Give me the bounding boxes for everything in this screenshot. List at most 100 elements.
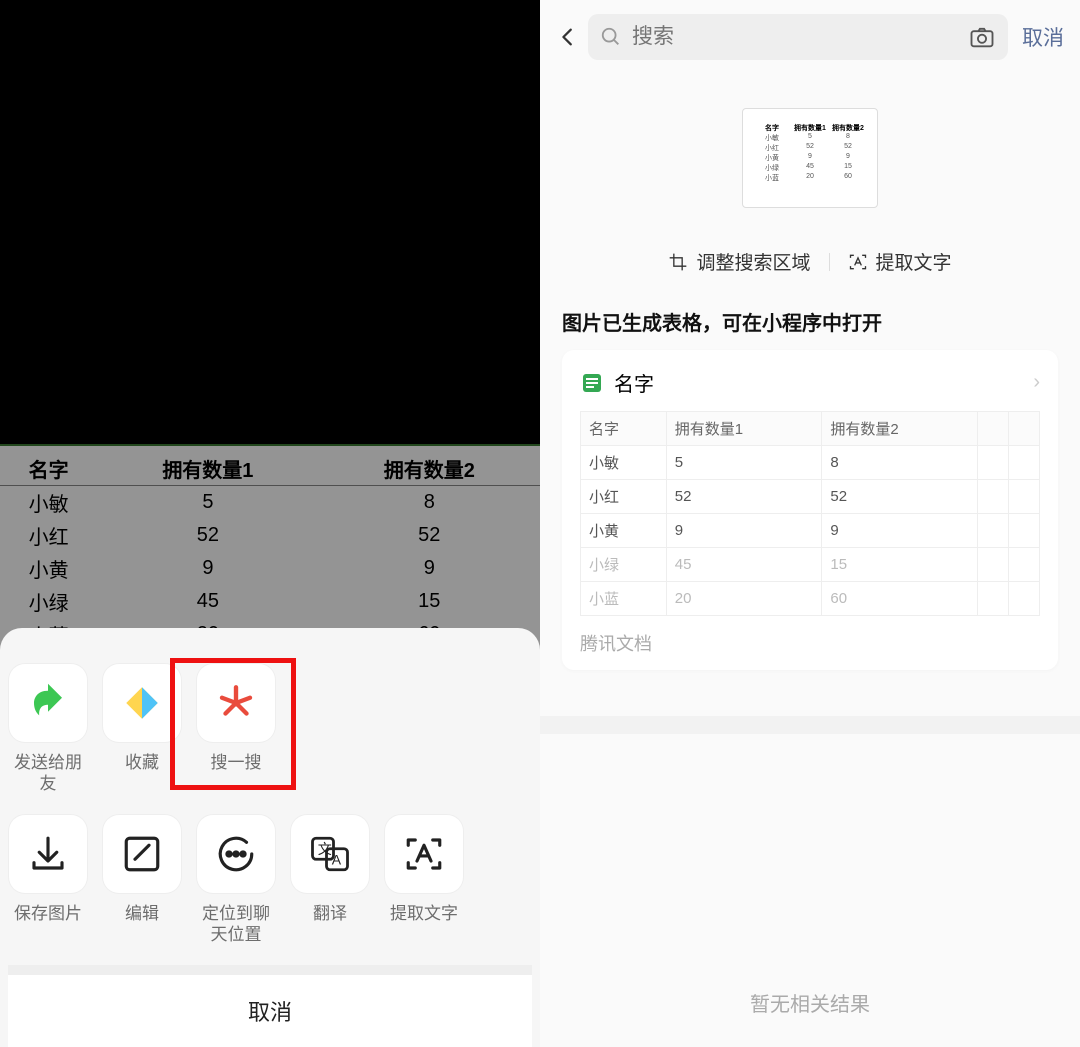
thumbnail-area: 名字拥有数量1拥有数量2小敏58小红5252小黄99小绿4515小蓝2060 xyxy=(540,60,1080,220)
table-cell: 小黄 xyxy=(0,552,97,585)
adjust-area-button[interactable]: 调整搜索区域 xyxy=(668,248,810,275)
table-cell: 9 xyxy=(822,514,978,548)
table-cell xyxy=(977,480,1008,514)
sheet-item-save[interactable]: 保存图片 xyxy=(8,815,88,946)
left-panel: 名字 拥有数量1 拥有数量2 小敏58小红5252小黄99小绿4515小蓝206… xyxy=(0,0,540,1047)
table-row: 小红5252 xyxy=(0,519,540,552)
sheet-item-search[interactable]: 搜一搜 xyxy=(196,664,276,795)
sheet-item-extract[interactable]: 提取文字 xyxy=(384,815,464,946)
search-input[interactable] xyxy=(632,25,958,49)
translate-icon: 文A xyxy=(291,815,369,893)
table-cell: 9 xyxy=(319,552,540,585)
th-col1: 拥有数量1 xyxy=(97,452,318,486)
svg-text:文: 文 xyxy=(318,841,332,857)
action-sheet-row: 保存图片 编辑 定位到聊天位置文A翻译提取文字 xyxy=(8,815,532,966)
area-actions: 调整搜索区域 提取文字 xyxy=(540,220,1080,307)
table-cell: 45 xyxy=(666,548,822,582)
chatloc-icon xyxy=(197,815,275,893)
source-table: 名字 拥有数量1 拥有数量2 小敏58小红5252小黄99小绿4515小蓝206… xyxy=(0,452,540,651)
extract-text-label: 提取文字 xyxy=(876,248,952,275)
table-cell: 52 xyxy=(97,519,318,552)
doc-card[interactable]: 名字 › 名字拥有数量1拥有数量2 小敏58小红5252小黄99小绿4515小蓝… xyxy=(562,350,1058,670)
table-cell xyxy=(1008,548,1039,582)
table-cell: 小红 xyxy=(581,480,667,514)
image-thumbnail[interactable]: 名字拥有数量1拥有数量2小敏58小红5252小黄99小绿4515小蓝2060 xyxy=(742,108,878,208)
extract-text-button[interactable]: 提取文字 xyxy=(848,248,952,275)
table-row: 小敏58 xyxy=(581,446,1040,480)
table-cell: 小敏 xyxy=(581,446,667,480)
sheet-item-chatloc[interactable]: 定位到聊天位置 xyxy=(196,815,276,946)
table-row: 小蓝2060 xyxy=(581,582,1040,616)
table-cell: 52 xyxy=(666,480,822,514)
chevron-right-icon: › xyxy=(1033,371,1040,394)
section-divider xyxy=(540,716,1080,734)
table-cell xyxy=(1008,446,1039,480)
edit-icon xyxy=(103,815,181,893)
table-cell: 45 xyxy=(97,585,318,618)
extract-icon xyxy=(385,815,463,893)
table-cell xyxy=(1008,514,1039,548)
doc-card-header: 名字 › xyxy=(580,368,1040,397)
table-cell: 小绿 xyxy=(581,548,667,582)
sheet-item-edit[interactable]: 编辑 xyxy=(102,815,182,946)
table-cell xyxy=(977,514,1008,548)
image-table: 名字 拥有数量1 拥有数量2 小敏58小红5252小黄99小绿4515小蓝206… xyxy=(0,444,540,653)
doc-th xyxy=(977,412,1008,446)
doc-card-title: 名字 xyxy=(614,368,1023,397)
table-cell: 60 xyxy=(822,582,978,616)
chevron-left-icon xyxy=(557,26,579,48)
table-row: 小绿4515 xyxy=(0,585,540,618)
image-black-top xyxy=(0,0,540,444)
search-icon xyxy=(197,664,275,742)
table-cell: 5 xyxy=(666,446,822,480)
table-cell: 小红 xyxy=(0,519,97,552)
table-cell: 52 xyxy=(822,480,978,514)
doc-th: 名字 xyxy=(581,412,667,446)
table-cell: 小绿 xyxy=(0,585,97,618)
right-panel: 取消 名字拥有数量1拥有数量2小敏58小红5252小黄99小绿4515小蓝206… xyxy=(540,0,1080,1047)
table-cell: 8 xyxy=(319,486,540,520)
search-cancel-link[interactable]: 取消 xyxy=(1016,22,1064,52)
table-cell: 小敏 xyxy=(0,486,97,520)
svg-text:A: A xyxy=(332,851,342,867)
sheet-item-label: 收藏 xyxy=(125,752,159,773)
table-cell: 15 xyxy=(822,548,978,582)
camera-icon[interactable] xyxy=(968,23,996,51)
table-cell: 小蓝 xyxy=(581,582,667,616)
table-cell xyxy=(977,446,1008,480)
sheet-item-share[interactable]: 发送给朋友 xyxy=(8,664,88,795)
action-sheet-row: 发送给朋友收藏 搜一搜 xyxy=(8,664,532,815)
table-row: 小黄99 xyxy=(581,514,1040,548)
search-pill[interactable] xyxy=(588,14,1008,60)
table-cell xyxy=(977,548,1008,582)
tencent-docs-icon xyxy=(580,371,604,395)
blank-area xyxy=(540,734,1080,988)
doc-th xyxy=(1008,412,1039,446)
table-cell: 15 xyxy=(319,585,540,618)
action-sheet-cancel-button[interactable]: 取消 xyxy=(8,965,532,1047)
th-col2: 拥有数量2 xyxy=(319,452,540,486)
sheet-item-translate[interactable]: 文A翻译 xyxy=(290,815,370,946)
table-cell: 52 xyxy=(319,519,540,552)
doc-table: 名字拥有数量1拥有数量2 小敏58小红5252小黄99小绿4515小蓝2060 xyxy=(580,411,1040,616)
sheet-item-label: 定位到聊天位置 xyxy=(196,903,276,946)
sheet-item-label: 编辑 xyxy=(125,903,159,924)
crop-icon xyxy=(668,252,688,272)
table-cell: 9 xyxy=(666,514,822,548)
table-row: 小黄99 xyxy=(0,552,540,585)
doc-source-label: 腾讯文档 xyxy=(580,630,1040,656)
doc-th: 拥有数量1 xyxy=(666,412,822,446)
table-cell xyxy=(1008,480,1039,514)
th-name: 名字 xyxy=(0,452,97,486)
table-cell xyxy=(977,582,1008,616)
table-row: 小绿4515 xyxy=(581,548,1040,582)
share-icon xyxy=(9,664,87,742)
back-button[interactable] xyxy=(556,25,580,49)
result-prompt: 图片已生成表格，可在小程序中打开 xyxy=(540,307,1080,350)
sheet-item-label: 保存图片 xyxy=(14,903,82,924)
adjust-area-label: 调整搜索区域 xyxy=(696,248,810,275)
table-cell: 9 xyxy=(97,552,318,585)
divider xyxy=(829,253,830,271)
sheet-item-label: 搜一搜 xyxy=(211,752,262,773)
search-icon xyxy=(600,26,622,48)
